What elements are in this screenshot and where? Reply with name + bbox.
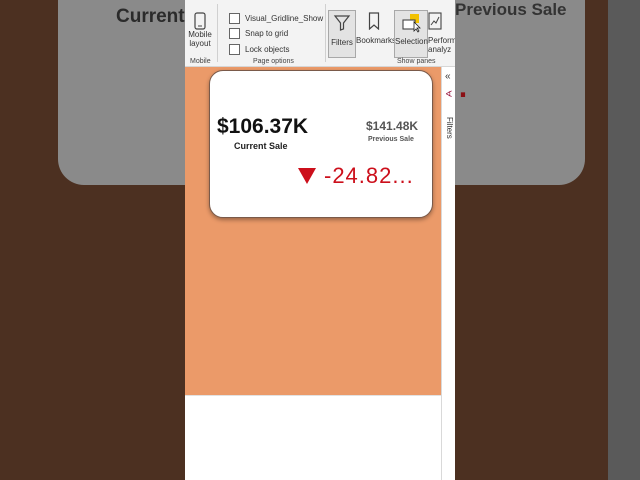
bookmarks-button[interactable]: Bookmarks: [356, 12, 397, 45]
filters-pane-label: Filters: [445, 117, 454, 139]
collapse-chevron-icon[interactable]: «: [445, 71, 451, 82]
performance-icon: [428, 12, 442, 30]
checkbox-icon: [229, 28, 240, 39]
report-canvas[interactable]: $106.37K Current Sale $141.48K Previous …: [185, 67, 441, 395]
previous-sale-label: Previous Sale: [368, 136, 414, 143]
performance-analyzer-button[interactable]: Perform analyz: [428, 12, 455, 54]
current-sale-value: $106.37K: [217, 115, 309, 138]
background-card-right: Previous Sale 2...: [455, 0, 585, 185]
snap-to-grid-checkbox[interactable]: Snap to grid: [229, 28, 288, 39]
filters-label: Filters: [331, 38, 353, 47]
delta-indicator: -24.82...: [298, 163, 414, 189]
background-right-text: Previous Sale: [455, 0, 567, 19]
bookmark-icon: [368, 12, 380, 30]
ribbon-separator: [217, 4, 218, 62]
background-left-text: Current: [116, 6, 185, 27]
background-strip: [608, 0, 640, 480]
background-right: Previous Sale 2...: [455, 0, 640, 480]
checkbox-icon: [229, 44, 240, 55]
canvas-bottom-area: [185, 395, 441, 480]
kpi-card[interactable]: $106.37K Current Sale $141.48K Previous …: [209, 70, 433, 218]
lock-objects-checkbox[interactable]: Lock objects: [229, 44, 289, 55]
checkbox-icon: [229, 13, 240, 24]
filters-pane[interactable]: « ∢ Filters: [441, 67, 455, 480]
mobile-layout-button[interactable]: Mobile layout: [187, 12, 213, 48]
delta-value: -24.82...: [324, 163, 414, 188]
mobile-icon: [194, 12, 206, 30]
mobile-layout-line2: layout: [189, 39, 211, 48]
bookmarks-label: Bookmarks: [356, 36, 397, 45]
lock-objects-label: Lock objects: [245, 45, 290, 54]
group-label-show-panes: Show panes: [397, 58, 436, 65]
gridline-checkbox[interactable]: Visual_Gridline_Show: [229, 13, 323, 24]
snap-to-grid-label: Snap to grid: [245, 29, 289, 38]
background-card-left: Current: [58, 0, 185, 185]
filters-button[interactable]: Filters: [328, 10, 356, 58]
group-label-page-options: Page options: [253, 58, 294, 65]
ribbon-separator: [325, 4, 326, 62]
filter-pane-marker-icon: ∢: [445, 89, 453, 99]
previous-sale-value: $141.48K: [366, 119, 419, 133]
current-sale-label: Current Sale: [234, 141, 288, 151]
background-right-big: 2...: [455, 58, 471, 107]
filter-icon: [333, 15, 351, 31]
performance-label-1: Perform: [428, 36, 455, 45]
selection-button[interactable]: Selection: [394, 10, 428, 58]
performance-label-2: analyz: [428, 45, 452, 54]
mobile-layout-line1: Mobile: [188, 30, 212, 39]
background-left: Current: [0, 0, 185, 480]
selection-icon: [402, 14, 421, 33]
power-bi-window: Mobile layout Mobile Visual_Gridline_Sho…: [185, 0, 455, 480]
ribbon: Mobile layout Mobile Visual_Gridline_Sho…: [185, 0, 455, 67]
down-triangle-icon: [298, 168, 316, 184]
selection-label: Selection: [395, 37, 428, 46]
group-label-mobile: Mobile: [190, 58, 211, 65]
gridline-label: Visual_Gridline_Show: [245, 14, 324, 23]
